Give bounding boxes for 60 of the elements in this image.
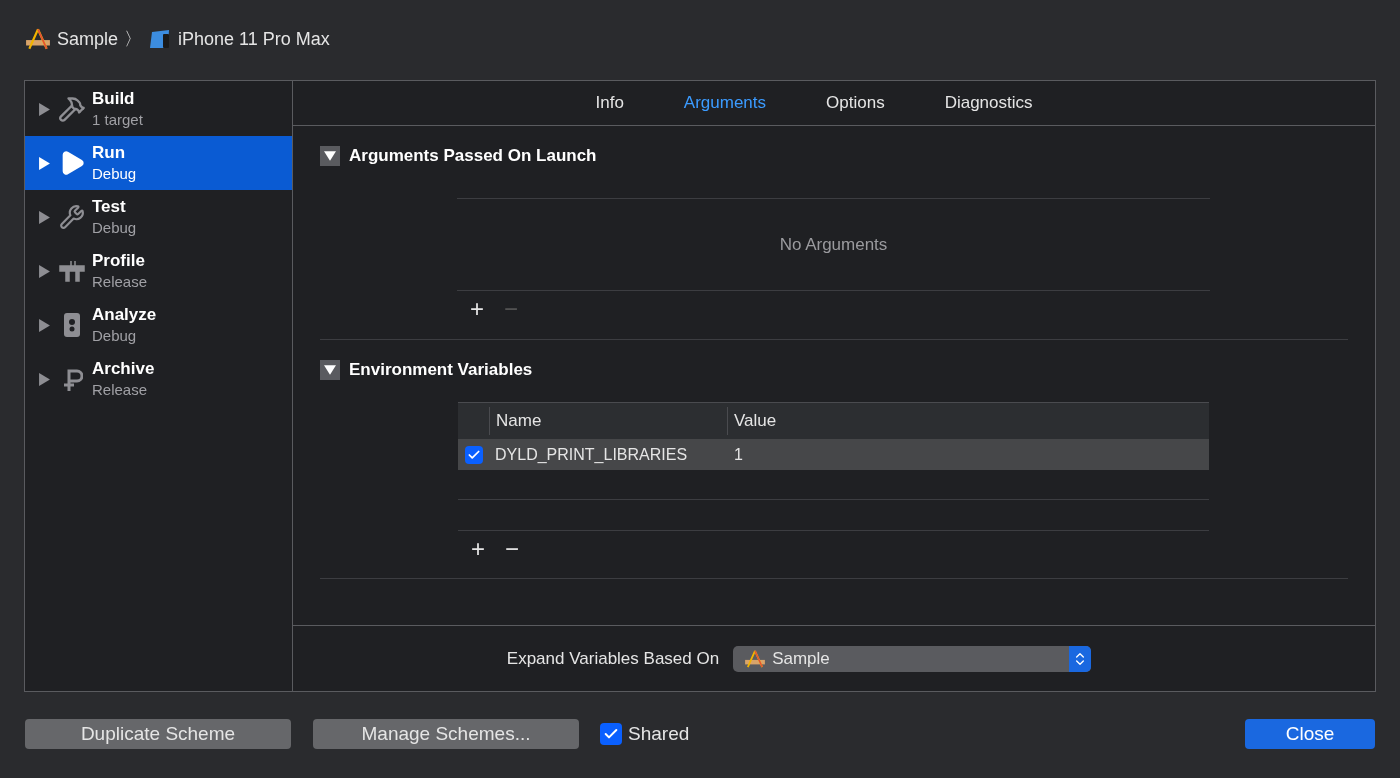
action-subtitle: Debug (92, 164, 137, 184)
duplicate-scheme-button[interactable]: Duplicate Scheme (25, 719, 291, 749)
triangle-icon (324, 364, 336, 376)
action-title: Analyze (92, 304, 157, 326)
device-name[interactable]: iPhone 11 Pro Max (178, 25, 330, 53)
column-header[interactable]: Name (490, 407, 728, 435)
disclosure-toggle[interactable] (320, 360, 340, 380)
section-title: Environment Variables (349, 359, 533, 382)
scheme-action-item[interactable]: Run Debug (25, 136, 292, 190)
action-subtitle: 1 target (92, 110, 143, 130)
action-title: Run (92, 142, 127, 164)
action-subtitle: Debug (92, 326, 138, 346)
checkbox[interactable] (465, 445, 483, 464)
app-icon (25, 28, 51, 50)
action-title: Build (92, 88, 136, 110)
action-subtitle: Release (92, 380, 149, 400)
wrench-icon (59, 204, 85, 230)
expand-arrow-icon (39, 372, 50, 386)
scheme-action-item[interactable]: Build 1 target (25, 82, 292, 136)
table-cell-text: 1 (733, 444, 743, 465)
expand-arrow-icon (39, 264, 50, 278)
expand-variables-label: Expand Variables Based On (506, 647, 720, 670)
action-title: Test (92, 196, 127, 218)
variable-row[interactable]: DYLD_PRINT_LIBRARIES 1 (458, 439, 1209, 470)
empty-list-message: No Arguments (779, 233, 888, 256)
tab[interactable]: Options (826, 90, 885, 116)
caliper-icon (59, 260, 85, 282)
close-button[interactable]: Close (1245, 719, 1375, 749)
shared-label: Shared (628, 721, 690, 746)
add-button[interactable]: + (467, 297, 487, 321)
breadcrumb-separator: 〉 (124, 27, 143, 51)
hammer-icon (58, 95, 86, 123)
app-icon (744, 649, 767, 668)
tab[interactable]: Arguments (683, 90, 767, 116)
add-button[interactable]: + (468, 537, 488, 561)
disclosure-toggle[interactable] (320, 146, 340, 166)
action-title: Archive (92, 358, 155, 380)
scheme-action-item[interactable]: Analyze Debug (25, 298, 292, 352)
action-title: Profile (92, 250, 146, 272)
expand-arrow-icon (39, 156, 50, 170)
action-subtitle: Release (92, 272, 148, 292)
scheme-action-item[interactable]: Test Debug (25, 190, 292, 244)
table-cell-text: DYLD_PRINT_LIBRARIES (494, 444, 689, 465)
action-subtitle: Debug (92, 218, 137, 238)
manage-schemes-button[interactable]: Manage Schemes... (313, 719, 579, 749)
tab[interactable]: Info (595, 90, 624, 116)
project-name[interactable]: Sample (57, 25, 119, 53)
expand-arrow-icon (39, 318, 50, 332)
remove-button[interactable]: − (502, 537, 522, 561)
section-title: Arguments Passed On Launch (349, 145, 597, 168)
triangle-icon (324, 150, 336, 162)
scheme-action-item[interactable]: Profile Release (25, 244, 292, 298)
scheme-action-item[interactable]: Archive Release (25, 352, 292, 406)
expand-arrow-icon (39, 102, 50, 116)
target-dropdown[interactable]: Sample (733, 645, 1092, 672)
gauge-icon (63, 312, 81, 338)
checkbox[interactable] (600, 723, 622, 745)
expand-arrow-icon (39, 210, 50, 224)
column-header[interactable]: Value (728, 408, 777, 434)
tab[interactable]: Diagnostics (944, 90, 1033, 116)
